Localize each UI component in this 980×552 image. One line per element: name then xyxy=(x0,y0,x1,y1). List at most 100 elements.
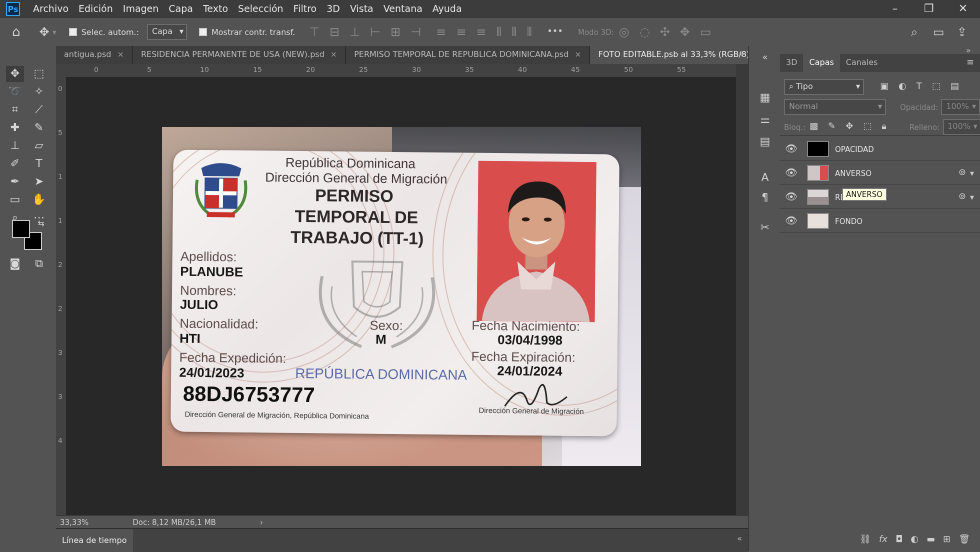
healing-brush-tool-icon[interactable]: ✚ xyxy=(6,120,24,136)
distribute-center-icon[interactable]: ≡ xyxy=(456,25,466,39)
distribute-right-icon[interactable]: ⦀ xyxy=(527,25,532,40)
menu-texto[interactable]: Texto xyxy=(198,4,233,15)
brush-tool-icon[interactable]: ✎ xyxy=(30,120,48,136)
menu-capa[interactable]: Capa xyxy=(164,4,198,15)
eraser-tool-icon[interactable]: ▱ xyxy=(30,138,48,154)
panel-menu-icon[interactable]: ≡ xyxy=(966,54,974,72)
search-icon[interactable]: ⌕ xyxy=(911,25,918,40)
restore-button[interactable]: ❐ xyxy=(912,0,946,18)
lock-all-icon[interactable]: 🔒︎ xyxy=(882,122,887,132)
camera-3d-icon[interactable]: ▭ xyxy=(700,25,711,39)
collapse-panels-icon[interactable]: « xyxy=(757,50,773,66)
pen-tool-icon[interactable]: ✒ xyxy=(6,174,24,190)
layer-style-icon[interactable]: fx xyxy=(879,535,888,545)
tools-panel-icon[interactable]: ✂ xyxy=(757,220,773,236)
tab-canales[interactable]: Canales xyxy=(840,54,884,72)
tab-foto-editable[interactable]: FOTO EDITABLE.psb al 33,3% (RGB/8)× xyxy=(590,46,772,64)
menu-3d[interactable]: 3D xyxy=(322,4,345,15)
shape-tool-icon[interactable]: ▭ xyxy=(6,192,24,208)
distribute-top-icon[interactable]: ≡ xyxy=(436,25,446,39)
align-hcenter-icon[interactable]: ⊞ xyxy=(391,25,401,39)
delete-layer-icon[interactable]: 🗑︎ xyxy=(959,535,970,545)
menu-ayuda[interactable]: Ayuda xyxy=(427,4,466,15)
menu-ventana[interactable]: Ventana xyxy=(378,4,427,15)
screen-mode-icon[interactable]: ⧉ xyxy=(30,256,48,272)
share-icon[interactable]: ⇪ xyxy=(957,25,967,39)
visibility-eye-icon[interactable]: 👁︎ xyxy=(785,216,799,227)
distribute-bottom-icon[interactable]: ≡ xyxy=(476,25,486,39)
visibility-eye-icon[interactable]: 👁︎ xyxy=(785,144,799,155)
adjustment-layer-icon[interactable]: ◐ xyxy=(911,535,919,545)
zoom-level[interactable]: 33,33% xyxy=(60,518,89,527)
vertical-scrollbar[interactable] xyxy=(736,64,748,515)
timeline-tab[interactable]: Línea de tiempo xyxy=(56,529,133,552)
slide-3d-icon[interactable]: ✥ xyxy=(680,25,690,39)
stamp-tool-icon[interactable]: ⊥ xyxy=(6,138,24,154)
show-transform-option[interactable]: Mostrar contr. transf. xyxy=(199,28,295,37)
eyedropper-tool-icon[interactable]: ⟋ xyxy=(30,102,48,118)
tab-capas[interactable]: Capas xyxy=(803,54,840,72)
close-tab-icon[interactable]: × xyxy=(575,46,582,64)
document-image[interactable]: República Dominicana Dirección General d… xyxy=(162,127,641,466)
blend-mode-dropdown[interactable]: Normal xyxy=(784,99,886,115)
new-group-icon[interactable]: ▬ xyxy=(927,535,936,545)
menu-edicion[interactable]: Edición xyxy=(74,4,118,15)
filter-smart-icon[interactable]: ▤ xyxy=(950,82,959,92)
magic-wand-tool-icon[interactable]: ✧ xyxy=(30,84,48,100)
menu-archivo[interactable]: Archivo xyxy=(28,4,74,15)
move-tool-preset-icon[interactable]: ✥ xyxy=(39,25,49,39)
tab-3d[interactable]: 3D xyxy=(780,54,803,72)
link-layers-icon[interactable]: ⛓︎ xyxy=(860,535,871,545)
auto-select-checkbox[interactable] xyxy=(69,28,78,36)
distribute-left-icon[interactable]: ⦀ xyxy=(496,25,501,40)
distribute-hcenter-icon[interactable]: ⦀ xyxy=(512,25,517,40)
menu-seleccion[interactable]: Selección xyxy=(233,4,288,15)
visibility-eye-icon[interactable]: 👁︎ xyxy=(785,168,799,179)
properties-panel-icon[interactable]: ▤ xyxy=(757,134,773,150)
filter-type-icon[interactable]: T xyxy=(916,82,922,92)
filter-pixel-icon[interactable]: ▣ xyxy=(880,82,889,92)
menu-filtro[interactable]: Filtro xyxy=(288,4,321,15)
pan-3d-icon[interactable]: ✣ xyxy=(660,25,670,39)
tabs-overflow-icon[interactable]: » xyxy=(738,46,744,64)
timeline-collapse-icon[interactable]: « xyxy=(737,534,742,543)
character-panel-icon[interactable]: A xyxy=(757,170,773,186)
auto-select-option[interactable]: Selec. autom.: xyxy=(69,28,139,37)
quick-mask-icon[interactable]: ◙ xyxy=(6,256,24,272)
visibility-eye-icon[interactable]: 👁︎ xyxy=(785,192,799,203)
foreground-color-swatch[interactable] xyxy=(12,220,30,238)
auto-select-dropdown[interactable]: Capa xyxy=(147,24,188,40)
move-tool-icon[interactable]: ✥ xyxy=(6,66,24,82)
lock-pixels-icon[interactable]: ✎ xyxy=(828,122,836,132)
status-menu-arrow[interactable]: › xyxy=(260,518,263,527)
home-icon[interactable]: ⌂ xyxy=(12,25,20,40)
tab-residencia[interactable]: RESIDENCIA PERMANENTE DE USA (NEW).psd × xyxy=(133,46,347,64)
show-transform-checkbox[interactable] xyxy=(199,28,208,36)
align-right-icon[interactable]: ⊣ xyxy=(411,25,421,39)
crop-tool-icon[interactable]: ⌗ xyxy=(6,102,24,118)
close-tab-icon[interactable]: × xyxy=(117,46,124,64)
hand-tool-icon[interactable]: ✋ xyxy=(30,192,48,208)
tab-antigua[interactable]: antigua.psd × xyxy=(56,46,133,64)
type-tool-icon[interactable]: T xyxy=(30,156,48,172)
close-window-button[interactable]: ✕ xyxy=(946,0,980,18)
align-top-icon[interactable]: ⊤ xyxy=(309,25,319,39)
paragraph-panel-icon[interactable]: ¶ xyxy=(757,190,773,206)
align-left-icon[interactable]: ⊢ xyxy=(370,25,380,39)
tab-permiso[interactable]: PERMISO TEMPORAL DE REPUBLICA DOMINICANA… xyxy=(346,46,591,64)
roll-3d-icon[interactable]: ◌ xyxy=(639,25,649,39)
more-options-button[interactable]: ••• xyxy=(547,27,563,37)
lock-position-icon[interactable]: ✥ xyxy=(846,122,854,132)
filter-adjust-icon[interactable]: ◐ xyxy=(899,82,907,92)
lock-artboard-icon[interactable]: ⬚ xyxy=(863,122,872,132)
lasso-tool-icon[interactable]: ➰ xyxy=(6,84,24,100)
swap-colors-icon[interactable]: ⇆ xyxy=(32,216,50,232)
chevron-down-icon[interactable]: ▾ xyxy=(52,28,56,37)
marquee-tool-icon[interactable]: ⬚ xyxy=(30,66,48,82)
layer-filter-dropdown[interactable]: ⌕ Tipo xyxy=(784,79,864,95)
lock-transparent-icon[interactable]: ▩ xyxy=(810,122,819,132)
orbit-3d-icon[interactable]: ◎ xyxy=(619,25,629,39)
path-selection-tool-icon[interactable]: ➤ xyxy=(30,174,48,190)
align-bottom-icon[interactable]: ⊥ xyxy=(350,25,360,39)
layer-mask-icon[interactable]: ◘ xyxy=(896,535,903,545)
